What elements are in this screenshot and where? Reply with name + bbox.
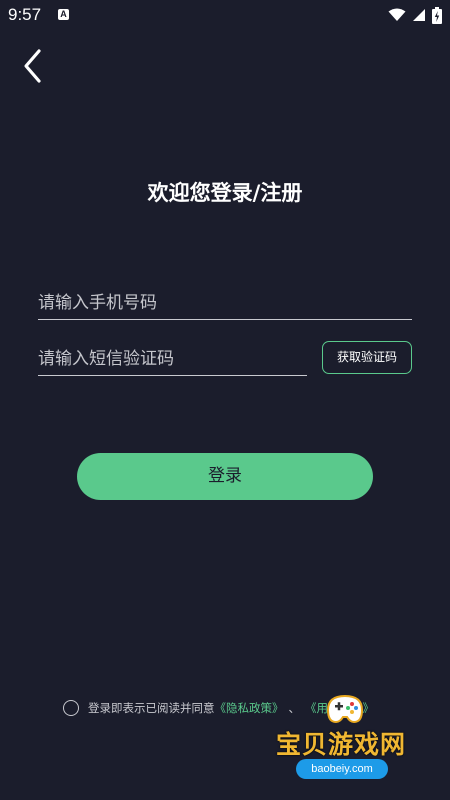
sms-code-field bbox=[38, 342, 307, 376]
wifi-icon bbox=[388, 8, 406, 21]
a-icon: A bbox=[58, 9, 69, 20]
chevron-left-icon bbox=[24, 49, 41, 83]
battery-charging-icon bbox=[432, 6, 442, 24]
watermark-url: baobeiy.com bbox=[296, 759, 388, 779]
signal-icon bbox=[413, 9, 425, 21]
sms-code-input[interactable] bbox=[38, 342, 307, 375]
page-title: 欢迎您登录/注册 bbox=[147, 181, 303, 205]
login-button[interactable]: 登录 bbox=[77, 453, 373, 500]
agreement-text: 登录即表示已阅读并同意 bbox=[88, 701, 215, 715]
watermark-brand: 宝贝游戏网 bbox=[276, 730, 407, 759]
status-bar: 9:57 A bbox=[0, 0, 450, 30]
phone-input[interactable] bbox=[38, 286, 412, 319]
status-icons bbox=[388, 6, 442, 24]
watermark-logo: 宝贝游戏网 baobeiy.com bbox=[268, 690, 448, 790]
phone-field bbox=[38, 286, 412, 320]
get-code-button[interactable]: 获取验证码 bbox=[322, 341, 412, 374]
back-button[interactable] bbox=[18, 47, 48, 85]
gamepad-icon bbox=[326, 694, 364, 724]
login-screen: 9:57 A 欢迎您登录/注册 获取验证码 登录 登 bbox=[0, 0, 450, 800]
status-time: 9:57 bbox=[8, 5, 42, 24]
agreement-radio[interactable] bbox=[63, 700, 79, 716]
